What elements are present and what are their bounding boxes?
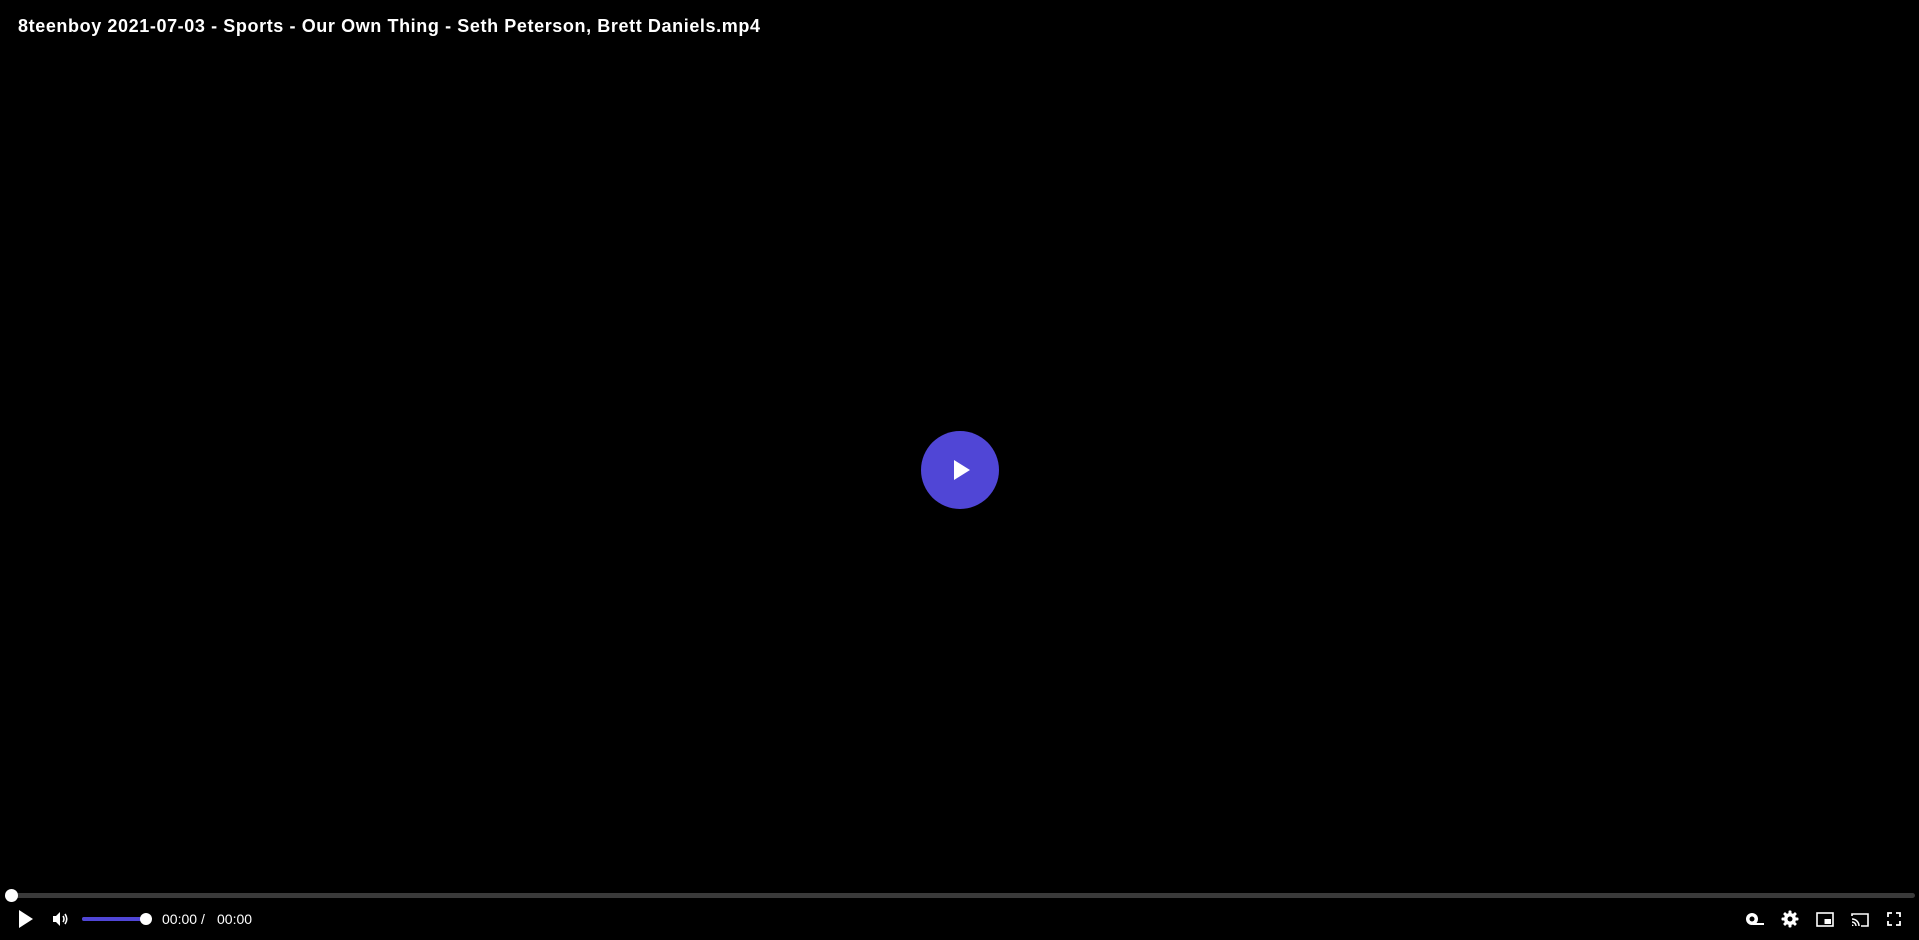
time-separator: /: [201, 911, 205, 927]
play-icon: [954, 460, 970, 480]
gear-icon: [1781, 910, 1799, 928]
settings-button[interactable]: [1779, 904, 1801, 934]
mute-button[interactable]: [50, 904, 72, 934]
cast-button[interactable]: [1849, 904, 1871, 934]
subtitles-button[interactable]: [1744, 904, 1766, 934]
control-bar: 00:00 / 00:00: [0, 904, 1919, 934]
big-play-button[interactable]: [921, 431, 999, 509]
play-button[interactable]: [14, 904, 38, 934]
play-icon: [19, 910, 33, 928]
video-player[interactable]: 8teenboy 2021-07-03 - Sports - Our Own T…: [0, 0, 1919, 940]
progress-bar[interactable]: [12, 893, 1915, 898]
picture-in-picture-icon: [1816, 911, 1834, 927]
current-time: 00:00: [162, 911, 198, 927]
video-title: 8teenboy 2021-07-03 - Sports - Our Own T…: [18, 16, 761, 36]
subtitles-icon: [1746, 913, 1764, 925]
volume-fill: [82, 917, 146, 921]
volume-slider[interactable]: [82, 917, 146, 921]
pip-button[interactable]: [1814, 904, 1836, 934]
cast-icon: [1851, 912, 1869, 927]
volume-icon: [53, 912, 68, 926]
fullscreen-button[interactable]: [1884, 904, 1904, 934]
fullscreen-icon: [1887, 912, 1901, 926]
volume-thumb[interactable]: [140, 913, 152, 925]
progress-thumb[interactable]: [5, 889, 18, 902]
duration: 00:00: [217, 911, 253, 927]
